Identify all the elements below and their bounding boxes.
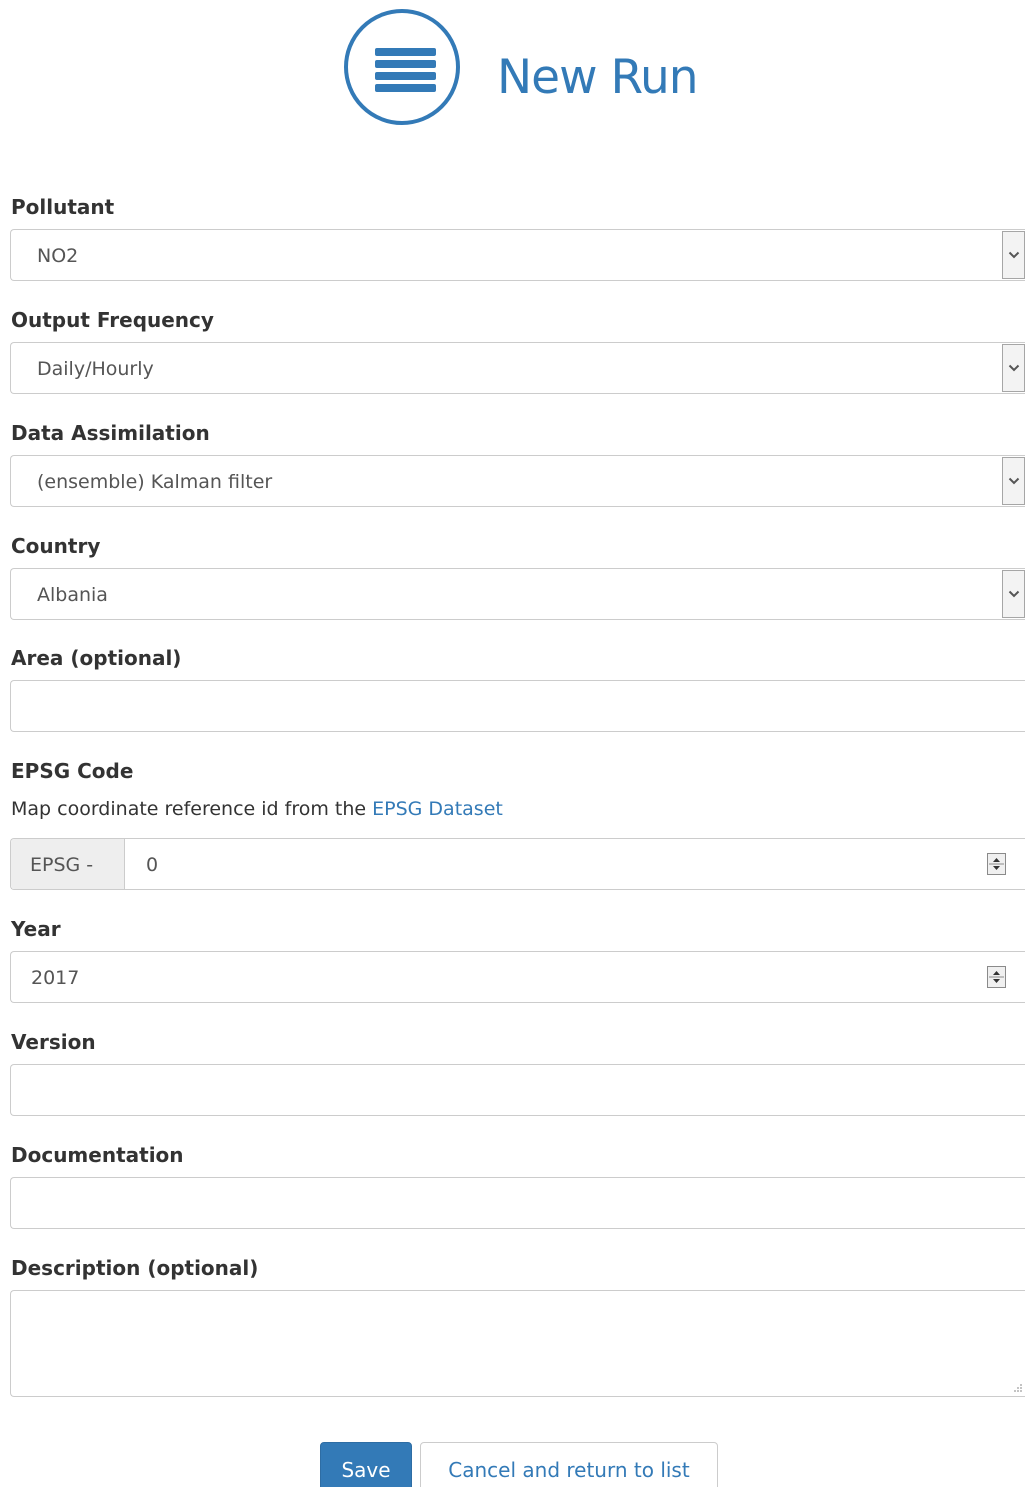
version-label: Version (11, 1030, 96, 1054)
list-icon-glyph (375, 48, 436, 92)
epsg-label: EPSG Code (11, 759, 134, 783)
list-icon (344, 9, 460, 125)
output-frequency-label: Output Frequency (11, 308, 214, 332)
data-assimilation-value: (ensemble) Kalman filter (37, 471, 273, 493)
epsg-code-input-group[interactable]: EPSG - 0 (10, 838, 1025, 890)
area-input[interactable] (10, 680, 1025, 732)
epsg-spinner[interactable] (987, 853, 1006, 875)
epsg-addon: EPSG - (11, 839, 125, 889)
country-label: Country (11, 534, 101, 558)
country-value: Albania (37, 584, 108, 606)
data-assimilation-label: Data Assimilation (11, 421, 210, 445)
page-title: New Run (497, 50, 699, 105)
year-spinner[interactable] (987, 966, 1006, 988)
chevron-down-icon (1008, 364, 1020, 372)
year-input[interactable]: 2017 (10, 951, 1025, 1003)
pollutant-dropdown-button[interactable] (1002, 231, 1025, 279)
epsg-help-text: Map coordinate reference id from the EPS… (11, 797, 503, 821)
chevron-down-icon (1008, 477, 1020, 485)
description-textarea[interactable] (10, 1290, 1025, 1397)
area-label: Area (optional) (11, 646, 182, 670)
output-frequency-select[interactable]: Daily/Hourly (10, 342, 1025, 394)
country-select[interactable]: Albania (10, 568, 1025, 620)
chevron-down-icon (1008, 590, 1020, 598)
pollutant-label: Pollutant (11, 195, 115, 219)
save-button-label: Save (341, 1458, 391, 1482)
new-run-page: New Run Pollutant NO2 Output Frequency D… (0, 0, 1025, 1487)
epsg-addon-label: EPSG - (30, 854, 94, 876)
page-header: New Run (0, 0, 1025, 140)
description-label: Description (optional) (11, 1256, 259, 1280)
spinner-arrows-icon (989, 971, 1004, 983)
documentation-input[interactable] (10, 1177, 1025, 1229)
epsg-dataset-link[interactable]: EPSG Dataset (372, 798, 503, 820)
chevron-down-icon (1008, 251, 1020, 259)
save-button[interactable]: Save (320, 1442, 412, 1487)
cancel-button[interactable]: Cancel and return to list (420, 1442, 718, 1487)
year-value: 2017 (31, 967, 80, 989)
resize-grip-icon[interactable] (1011, 1381, 1023, 1393)
documentation-label: Documentation (11, 1143, 184, 1167)
pollutant-select[interactable]: NO2 (10, 229, 1025, 281)
spinner-arrows-icon (989, 858, 1004, 870)
output-frequency-dropdown-button[interactable] (1002, 344, 1025, 392)
epsg-code-value: 0 (146, 854, 159, 876)
data-assimilation-dropdown-button[interactable] (1002, 457, 1025, 505)
country-dropdown-button[interactable] (1002, 570, 1025, 618)
output-frequency-value: Daily/Hourly (37, 358, 154, 380)
data-assimilation-select[interactable]: (ensemble) Kalman filter (10, 455, 1025, 507)
cancel-button-label: Cancel and return to list (448, 1458, 690, 1482)
version-input[interactable] (10, 1064, 1025, 1116)
pollutant-value: NO2 (37, 245, 79, 267)
year-label: Year (11, 917, 61, 941)
epsg-help-prefix: Map coordinate reference id from the (11, 798, 373, 820)
